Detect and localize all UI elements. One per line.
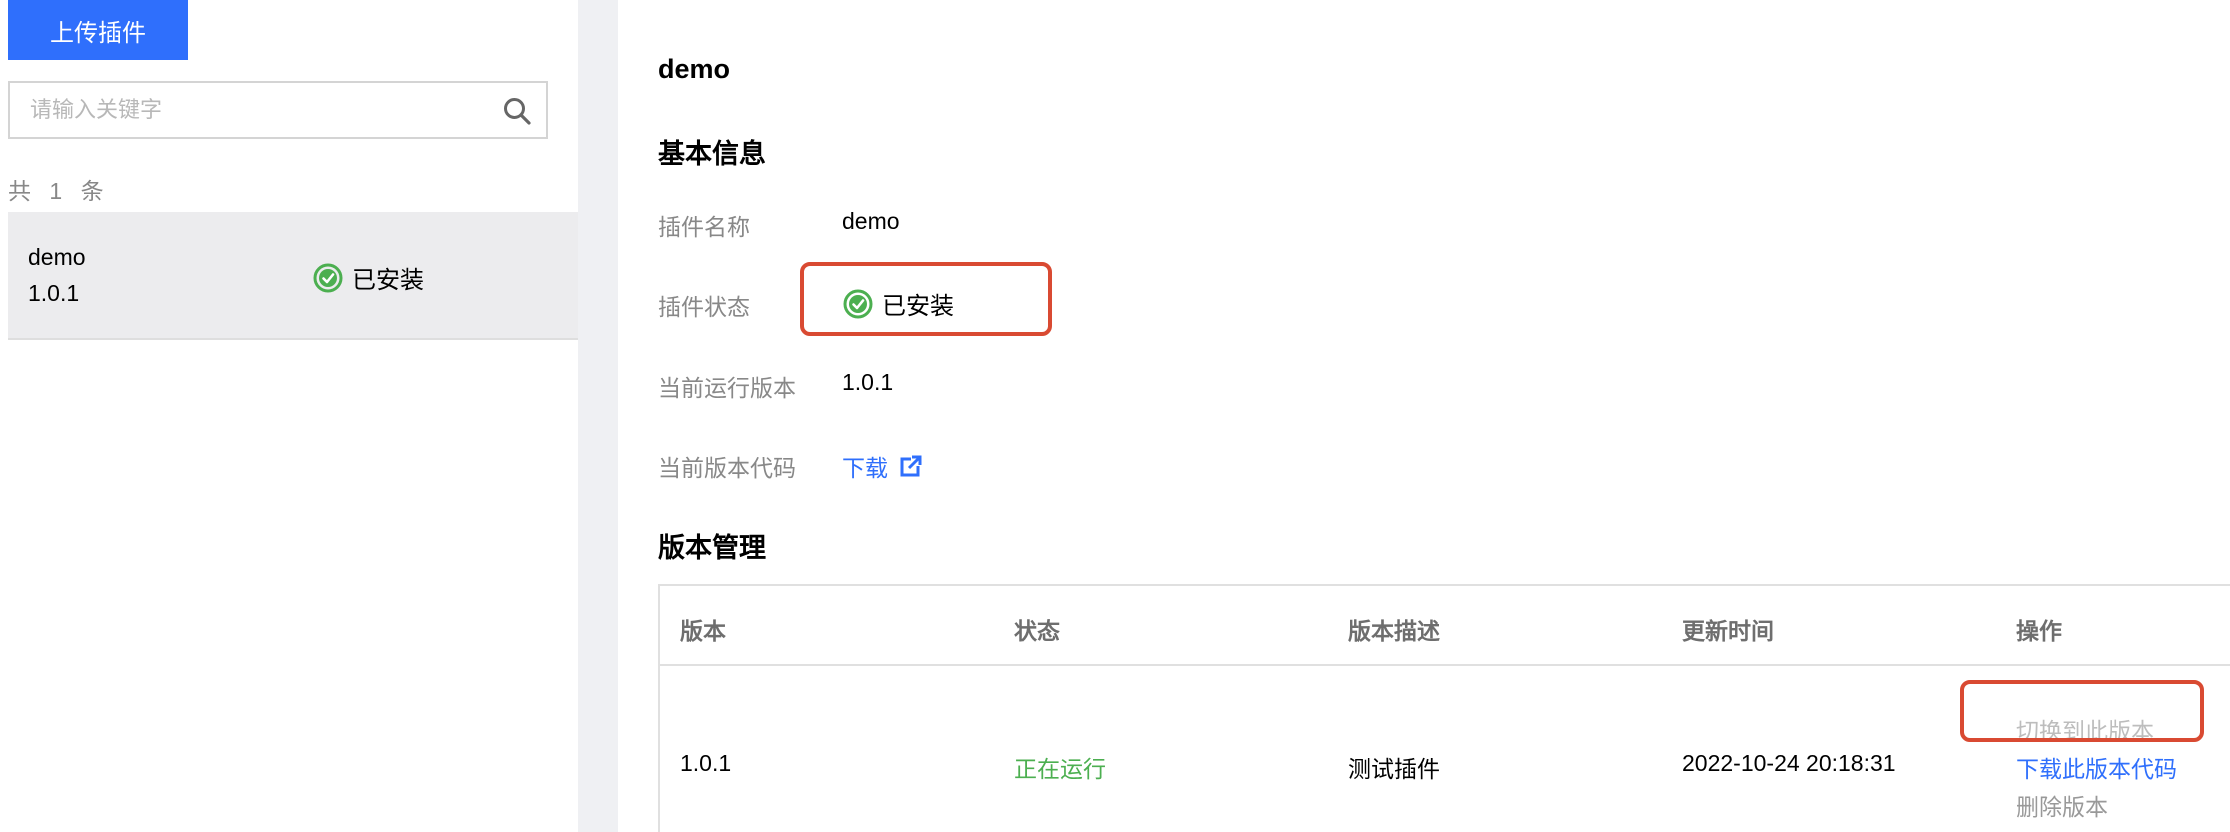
plugin-name-value: demo: [842, 208, 900, 234]
search-input[interactable]: 请输入关键字: [30, 83, 470, 137]
plugin-status-label: 插件状态: [658, 294, 750, 320]
check-circle-icon: [313, 263, 343, 292]
download-code-link[interactable]: 下载: [842, 449, 922, 483]
download-link-text[interactable]: 下载: [842, 449, 888, 483]
panel-divider: [578, 0, 618, 832]
column-updated-time: 更新时间: [1682, 618, 1774, 644]
column-actions: 操作: [2016, 618, 2062, 644]
running-version-value: 1.0.1: [842, 369, 894, 395]
row-status: 正在运行: [1014, 756, 1106, 782]
external-link-icon[interactable]: [900, 455, 922, 477]
plugin-detail-panel: demo 基本信息 插件名称 demo 插件状态 已安装 当前运行版本 1.0.…: [618, 10, 2230, 832]
column-version: 版本: [680, 618, 726, 644]
column-description: 版本描述: [1348, 618, 1440, 644]
basic-info-heading: 基本信息: [658, 139, 766, 169]
current-code-label: 当前版本代码: [658, 455, 796, 481]
running-version-label: 当前运行版本: [658, 375, 796, 401]
result-count: 共 1 条: [8, 178, 110, 204]
plugin-item-version: 1.0.1: [28, 280, 80, 306]
download-version-code-link[interactable]: 下载此版本代码: [2016, 750, 2177, 784]
search-box[interactable]: 请输入关键字: [8, 81, 548, 139]
version-management-heading: 版本管理: [658, 533, 766, 563]
plugin-item-status: 已安装: [312, 260, 424, 295]
plugin-title: demo: [658, 54, 731, 84]
switch-version-highlight-box: [1960, 680, 2204, 742]
row-updated-time: 2022-10-24 20:18:31: [1682, 750, 1896, 776]
delete-version-button[interactable]: 删除版本: [2016, 788, 2108, 822]
plugin-item-status-label: 已安装: [352, 267, 424, 294]
row-description: 测试插件: [1348, 756, 1440, 782]
upload-plugin-button[interactable]: 上传插件: [8, 0, 188, 60]
plugin-list-item[interactable]: demo 1.0.1 已安装: [8, 212, 578, 340]
version-table-header: 版本 状态 版本描述 更新时间 操作: [660, 586, 2230, 666]
plugin-item-name: demo: [28, 244, 86, 270]
column-status: 状态: [1014, 618, 1060, 644]
plugin-sidebar: 上传插件 请输入关键字 共 1 条 demo 1.0.1 已安装: [0, 0, 578, 832]
row-version: 1.0.1: [680, 750, 732, 776]
search-icon[interactable]: [502, 96, 532, 126]
plugin-name-label: 插件名称: [658, 214, 750, 240]
status-highlight-box: [800, 262, 1052, 336]
